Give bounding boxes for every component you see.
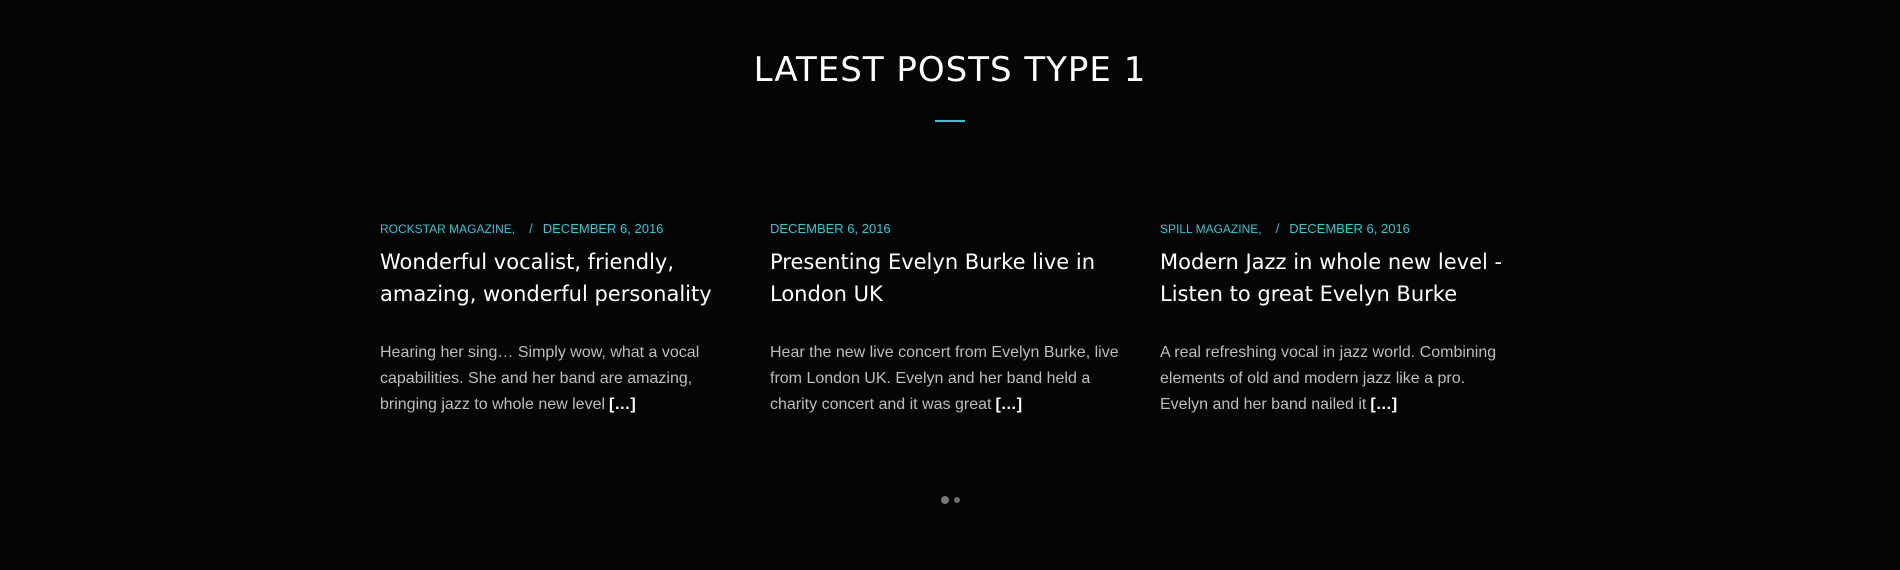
meta-separator: /: [1275, 221, 1280, 236]
latest-posts-section: LATEST POSTS TYPE 1 ROCKSTAR MAGAZINE, / D…: [0, 0, 1900, 570]
post-excerpt: Hear the new live concert from Evelyn Bu…: [770, 340, 1120, 418]
post-title-link[interactable]: Presenting Evelyn Burke live in London U…: [770, 246, 1120, 310]
section-title: LATEST POSTS TYPE 1: [753, 50, 1147, 90]
post-category-link[interactable]: SPILL MAGAZINE,: [1160, 222, 1262, 236]
read-more-link[interactable]: […]: [1370, 396, 1397, 413]
post-card: DECEMBER 6, 2016 Presenting Evelyn Burke…: [770, 220, 1120, 418]
post-card: ROCKSTAR MAGAZINE, / DECEMBER 6, 2016 Wond…: [380, 220, 730, 418]
pagination-dot-2[interactable]: [953, 497, 960, 503]
posts-carousel: ROCKSTAR MAGAZINE, / DECEMBER 6, 2016 Wond…: [380, 220, 1520, 418]
post-meta: SPILL MAGAZINE, / DECEMBER 6, 2016: [1160, 220, 1510, 238]
post-title-link[interactable]: Modern Jazz in whole new level - Listen …: [1160, 246, 1510, 310]
post-excerpt: Hearing her sing… Simply wow, what a voc…: [380, 340, 730, 418]
post-title-link[interactable]: Wonderful vocalist, friendly, amazing, w…: [380, 246, 730, 310]
post-excerpt-text: Hear the new live concert from Evelyn Bu…: [770, 344, 1119, 413]
read-more-link[interactable]: […]: [609, 396, 636, 413]
post-excerpt-text: A real refreshing vocal in jazz world. C…: [1160, 344, 1497, 413]
post-category-link[interactable]: ROCKSTAR MAGAZINE,: [380, 222, 515, 236]
post-date-link[interactable]: DECEMBER 6, 2016: [770, 221, 891, 236]
post-excerpt-text: Hearing her sing… Simply wow, what a voc…: [380, 344, 700, 413]
read-more-link[interactable]: […]: [995, 396, 1022, 413]
post-date-link[interactable]: DECEMBER 6, 2016: [543, 221, 664, 236]
post-excerpt: A real refreshing vocal in jazz world. C…: [1160, 340, 1510, 418]
post-meta: ROCKSTAR MAGAZINE, / DECEMBER 6, 2016: [380, 220, 730, 238]
pagination-dot-1[interactable]: [940, 496, 949, 504]
post-card: SPILL MAGAZINE, / DECEMBER 6, 2016 Modern …: [1160, 220, 1510, 418]
title-underline: [935, 120, 965, 122]
post-meta: DECEMBER 6, 2016: [770, 220, 1120, 238]
post-date-link[interactable]: DECEMBER 6, 2016: [1289, 221, 1410, 236]
carousel-pagination: [0, 496, 1900, 504]
meta-separator: /: [529, 221, 533, 236]
